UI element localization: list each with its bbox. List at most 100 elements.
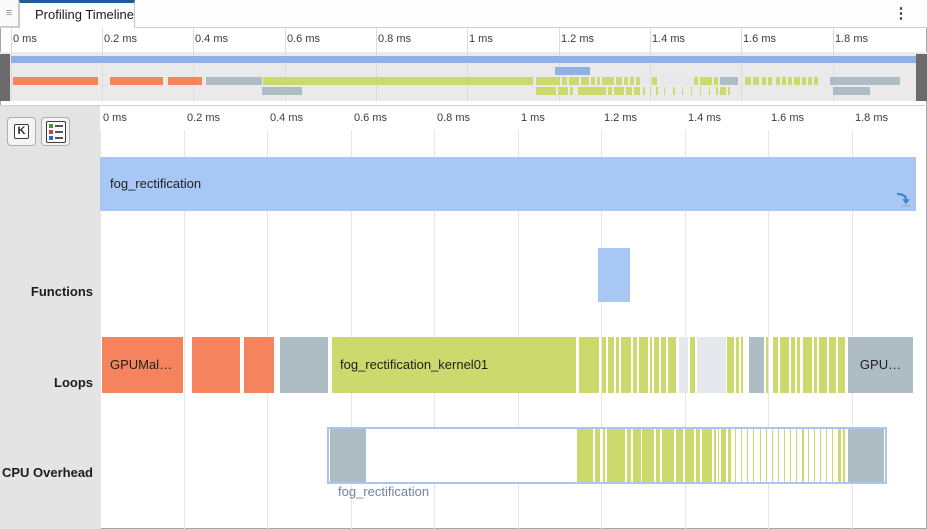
cpu-overhead-row-segment[interactable]	[661, 337, 666, 393]
gpu-activities-row-segment[interactable]	[760, 429, 761, 482]
cpu-overhead-row-segment[interactable]	[639, 337, 648, 393]
cpu-overhead-row-segment[interactable]	[654, 337, 659, 393]
overview-gpu-activities-segment	[536, 87, 556, 95]
gpu-activities-row-segment[interactable]	[662, 429, 674, 482]
gpu-activities-row-segment[interactable]	[843, 429, 845, 482]
cpu-overhead-row-segment[interactable]	[780, 337, 789, 393]
cpu-overhead-row-segment[interactable]	[192, 337, 240, 393]
cpu-overhead-row-segment[interactable]	[803, 337, 812, 393]
gpu-activities-row-segment[interactable]	[676, 429, 683, 482]
ruler-tick-label: 0.2 ms	[104, 33, 138, 45]
gpu-activities-row-segment[interactable]	[790, 429, 791, 482]
overview-gpu-activities-segment	[833, 87, 870, 95]
overview-cpu-overhead-segment	[591, 77, 595, 85]
cpu-overhead-row-segment[interactable]	[819, 337, 827, 393]
gpu-activities-row-segment[interactable]	[642, 429, 654, 482]
gpu-activities-row-segment[interactable]	[721, 429, 726, 482]
cpu-overhead-row-segment[interactable]	[579, 337, 599, 393]
gpu-activities-row-segment[interactable]	[808, 429, 809, 482]
loops-row-segment[interactable]	[598, 248, 630, 302]
cpu-overhead-row-segment[interactable]	[621, 337, 631, 393]
cpu-overhead-row-segment[interactable]	[633, 337, 637, 393]
row-label-functions: Functions	[30, 284, 93, 299]
gpu-activities-row-segment[interactable]	[814, 429, 815, 482]
gpu-activities-row-segment[interactable]	[656, 429, 660, 482]
gpu-activities-row-segment[interactable]	[826, 429, 827, 482]
ruler-gridline	[741, 28, 742, 101]
overview-cpu-overhead-segment	[263, 77, 533, 85]
gpu-activities-row-segment[interactable]	[766, 429, 767, 482]
cpu-overhead-row-segment[interactable]	[602, 337, 606, 393]
cpu-overhead-row-segment[interactable]	[280, 337, 328, 393]
overview-cpu-overhead-segment	[206, 77, 262, 85]
cpu-overhead-row-segment[interactable]	[244, 337, 274, 393]
cpu-overhead-row-segment[interactable]: GPU…	[848, 337, 913, 393]
panel-menu-icon[interactable]: ≡	[0, 0, 19, 27]
gpu-activities-row-segment[interactable]	[595, 429, 600, 482]
gpu-activities-row-segment[interactable]	[796, 429, 797, 482]
cpu-overhead-row-segment[interactable]	[650, 337, 652, 393]
cpu-overhead-row-segment[interactable]	[608, 337, 614, 393]
gpu-activities-row-segment[interactable]	[696, 429, 700, 482]
gpu-activities-row-segment[interactable]	[832, 429, 833, 482]
cpu-overhead-row-segment[interactable]	[697, 337, 726, 393]
functions-bar-fog-rectification[interactable]: fog_rectification	[100, 157, 916, 211]
overview-handle-left[interactable]	[0, 54, 10, 101]
gpu-activities-row-segment[interactable]	[741, 429, 742, 482]
legend-button[interactable]	[41, 117, 70, 146]
cpu-overhead-row-segment[interactable]	[797, 337, 800, 393]
gpu-activities-row-segment[interactable]	[820, 429, 821, 482]
overview-gpu-activities-segment	[700, 87, 701, 95]
cpu-overhead-row-segment[interactable]	[668, 337, 676, 393]
gpu-activities-row-segment[interactable]	[685, 429, 694, 482]
gpu-activities-row-segment[interactable]	[848, 429, 884, 482]
cpu-overhead-row-segment[interactable]	[829, 337, 836, 393]
gpu-activities-row-segment[interactable]	[714, 429, 716, 482]
cpu-overhead-row-segment[interactable]	[679, 337, 688, 393]
overview-cpu-overhead-segment	[762, 77, 766, 85]
gpu-activities-row-segment[interactable]	[577, 429, 593, 482]
cpu-overhead-row-segment[interactable]	[690, 337, 695, 393]
cpu-overhead-row-segment[interactable]	[838, 337, 845, 393]
gpu-activities-row-segment[interactable]	[802, 429, 804, 482]
kernel-view-button[interactable]: K	[7, 117, 36, 146]
ruler-tick-label: 0.2 ms	[187, 112, 221, 124]
overview-cpu-overhead-segment	[814, 77, 818, 85]
gpu-activities-row-segment[interactable]	[753, 429, 754, 482]
cpu-overhead-row-segment[interactable]	[814, 337, 817, 393]
segment-label: GPU…	[859, 357, 902, 372]
overview-cpu-overhead-segment	[168, 77, 202, 85]
cpu-overhead-row-segment[interactable]	[616, 337, 619, 393]
overview-cpu-overhead-segment	[562, 77, 567, 85]
cpu-overhead-row-segment[interactable]	[727, 337, 734, 393]
jump-to-callee-icon[interactable]	[895, 191, 912, 208]
gpu-activities-row-segment[interactable]	[838, 429, 841, 482]
gpu-activities-row-segment[interactable]	[607, 429, 625, 482]
gpu-activities-row-segment[interactable]	[633, 429, 641, 482]
gpu-activities-row-segment[interactable]	[728, 429, 731, 482]
cpu-overhead-row-segment[interactable]	[749, 337, 764, 393]
tab-profiling-timeline[interactable]: Profiling Timeline	[19, 0, 135, 28]
cpu-overhead-row-segment[interactable]: fog_rectification_kernel01	[332, 337, 576, 393]
cpu-overhead-row-segment[interactable]	[741, 337, 743, 393]
gpu-activities-row-segment[interactable]	[627, 429, 631, 482]
gpu-activities-row-segment[interactable]	[330, 429, 366, 482]
overview-handle-right[interactable]	[916, 54, 927, 101]
gpu-activities-row-segment[interactable]	[778, 429, 779, 482]
ruler-tick-label: 0.6 ms	[354, 112, 388, 124]
cpu-overhead-row-segment[interactable]	[766, 337, 768, 393]
gpu-activities-row-segment[interactable]	[702, 429, 712, 482]
cpu-overhead-row-segment[interactable]	[773, 337, 778, 393]
gpu-activities-row-segment[interactable]	[603, 429, 605, 482]
tab-bar-divider	[0, 27, 927, 28]
gpu-activities-row-segment[interactable]	[718, 429, 719, 482]
cpu-overhead-row-segment[interactable]	[791, 337, 795, 393]
overview-cpu-overhead-segment	[569, 77, 579, 85]
gpu-activities-row-segment[interactable]	[735, 429, 736, 482]
gpu-activities-row-segment[interactable]	[772, 429, 773, 482]
gpu-activities-row-segment[interactable]	[784, 429, 785, 482]
cpu-overhead-row-segment[interactable]: GPUMal…	[102, 337, 183, 393]
cpu-overhead-row-segment[interactable]	[736, 337, 739, 393]
overflow-menu-icon[interactable]: ⋮	[891, 3, 911, 25]
gpu-activities-row-segment[interactable]	[747, 429, 748, 482]
